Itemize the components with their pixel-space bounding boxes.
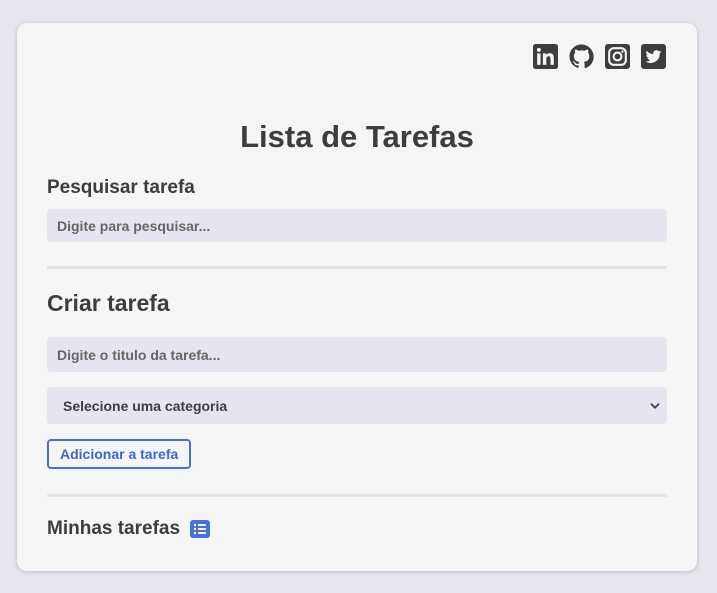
main-card: Lista de Tarefas Pesquisar tarefa Criar … — [17, 23, 697, 571]
divider — [47, 494, 667, 497]
search-input[interactable] — [47, 209, 667, 242]
search-label: Pesquisar tarefa — [47, 177, 195, 198]
task-title-input[interactable] — [47, 337, 667, 372]
list-icon — [190, 520, 211, 538]
my-tasks-heading: Minhas tarefas — [47, 518, 211, 540]
page-title: Lista de Tarefas — [240, 119, 474, 154]
add-task-button[interactable]: Adicionar a tarefa — [47, 439, 192, 469]
category-select[interactable]: Selecione uma categoria — [47, 387, 667, 424]
instagram-icon[interactable] — [605, 44, 630, 69]
chevron-down-icon — [650, 402, 660, 409]
github-icon[interactable] — [569, 44, 594, 69]
my-tasks-label: Minhas tarefas — [47, 518, 181, 539]
divider — [47, 266, 667, 269]
twitter-icon[interactable] — [641, 44, 666, 69]
create-task-label: Criar tarefa — [47, 290, 170, 316]
linkedin-icon[interactable] — [533, 44, 558, 69]
social-links — [533, 44, 666, 69]
category-select-value: Selecione uma categoria — [63, 397, 228, 414]
